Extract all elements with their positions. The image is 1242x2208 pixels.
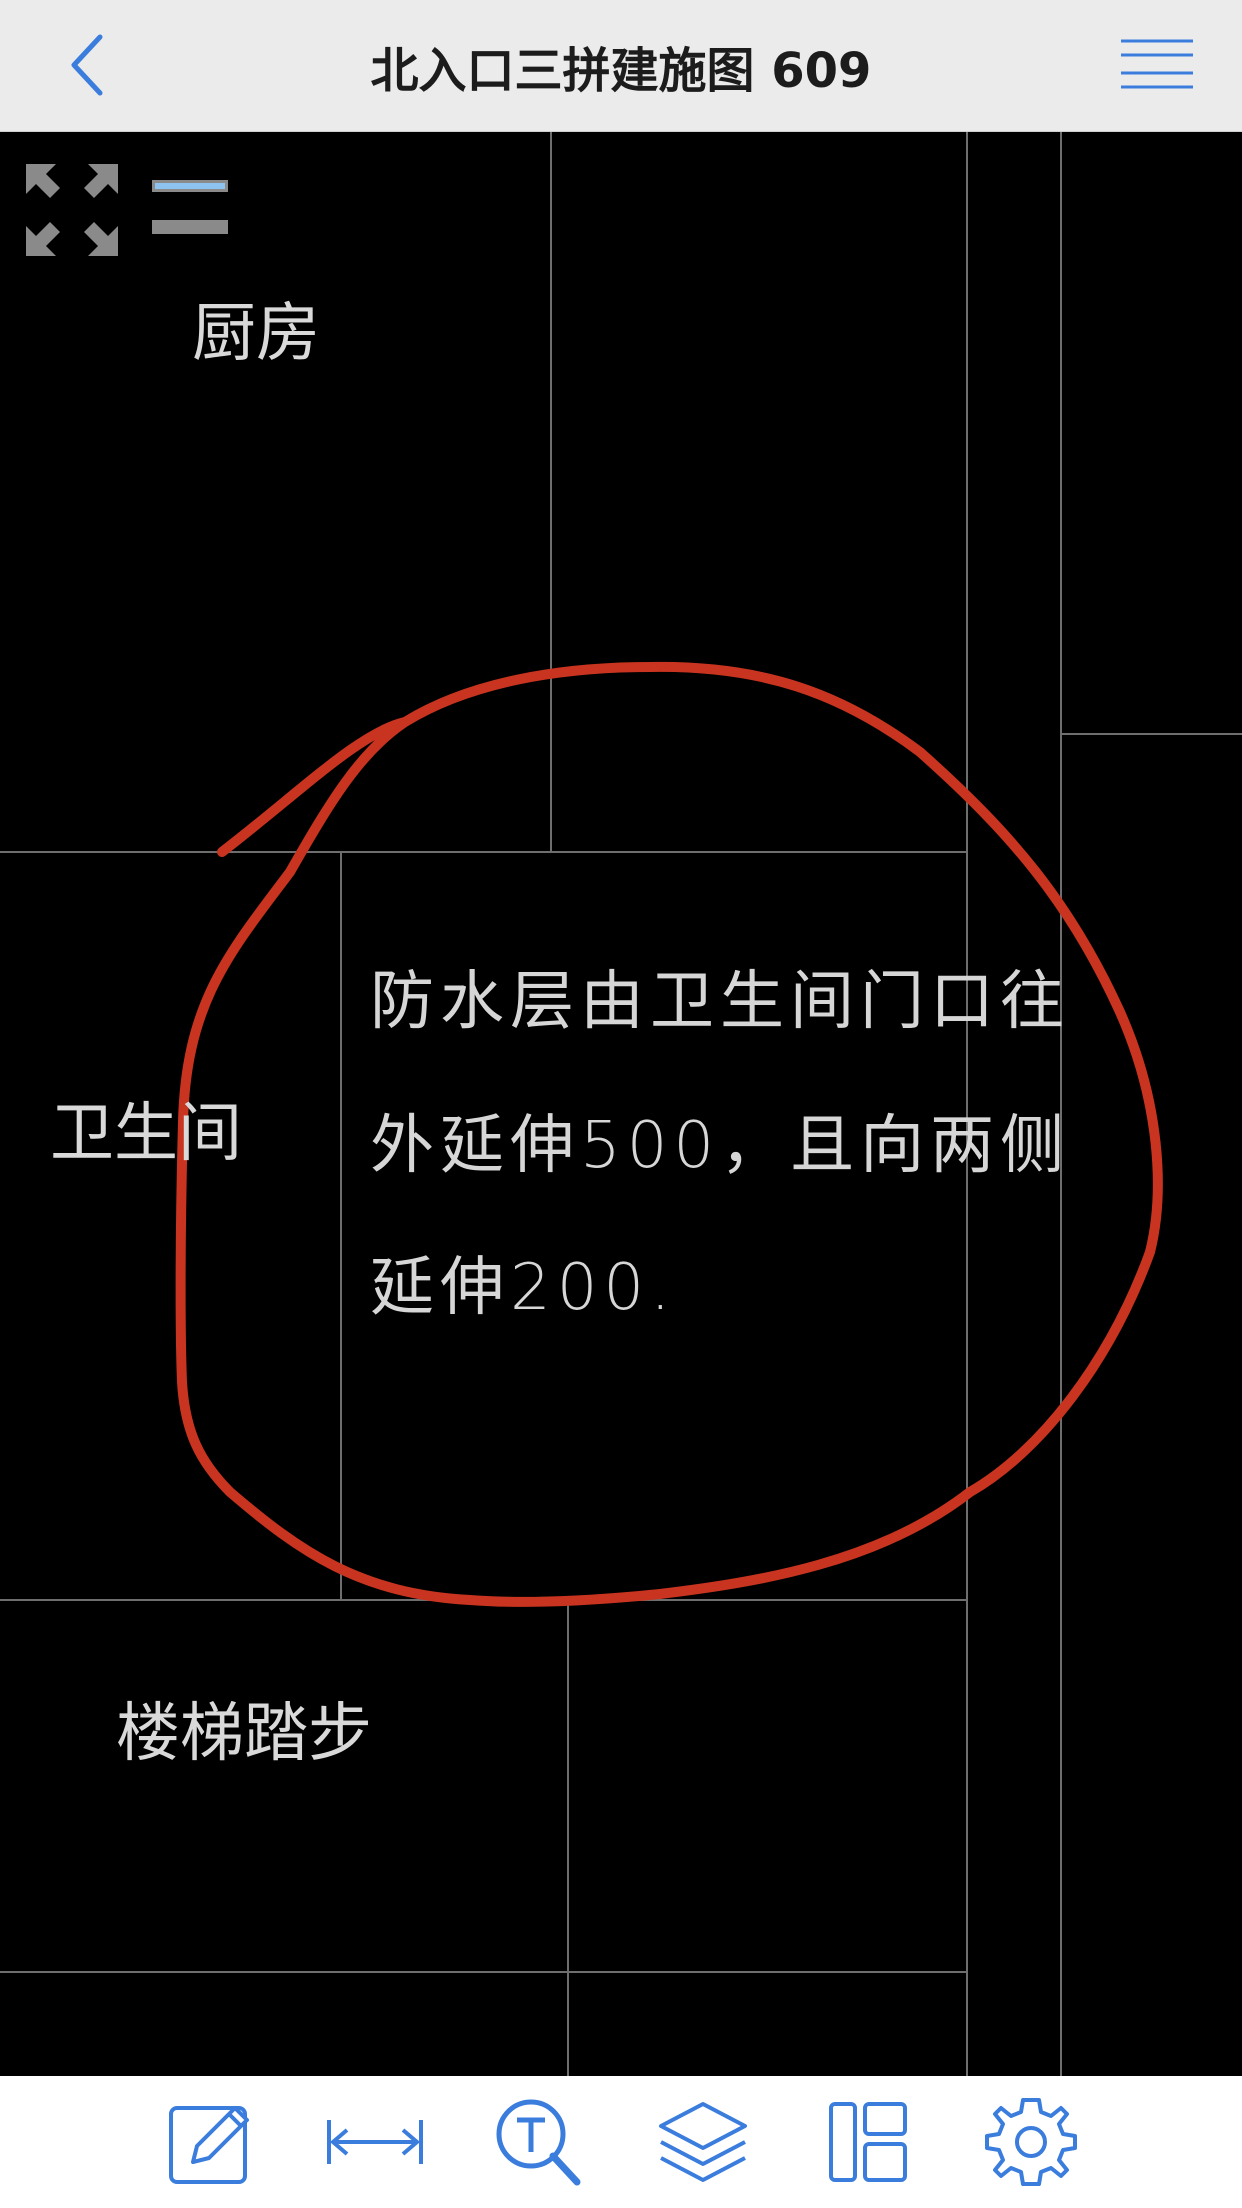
hamburger-menu-icon xyxy=(1121,39,1193,89)
layout-panel-icon xyxy=(829,2102,907,2182)
measure-distance-icon xyxy=(327,2120,423,2164)
edit-markup-button[interactable] xyxy=(156,2087,266,2197)
layer-toggle-button[interactable] xyxy=(148,172,232,242)
fullscreen-button[interactable] xyxy=(22,160,122,260)
drawing-canvas[interactable]: 厨房 卫生间 楼梯踏步 防水层由卫生间门口往 外延伸500，且向两侧 延伸200… xyxy=(0,132,1242,2076)
measure-button[interactable] xyxy=(320,2087,430,2197)
note-line-1: 防水层由卫生间门口往 xyxy=(370,965,1070,1039)
bottom-toolbar xyxy=(0,2076,1242,2208)
edit-pencil-icon xyxy=(169,2106,249,2184)
menu-button[interactable] xyxy=(1112,30,1202,100)
text-search-button[interactable] xyxy=(484,2087,594,2197)
layers-button[interactable] xyxy=(648,2087,758,2197)
layers-icon xyxy=(659,2102,747,2182)
cad-viewer-app: 北入口三拼建施图 609 厨房 卫生间 楼梯踏步 防水层由卫生间门口往 外延伸5… xyxy=(0,0,1242,2208)
note-line-2: 外延伸500，且向两侧 xyxy=(370,1109,1071,1183)
note-line-3: 延伸200. xyxy=(370,1251,677,1325)
layout-button[interactable] xyxy=(812,2087,922,2197)
room-label-bathroom: 卫生间 xyxy=(50,1097,242,1171)
settings-button[interactable] xyxy=(976,2087,1086,2197)
layer-toggle-icon xyxy=(152,180,228,234)
expand-arrows-icon xyxy=(26,164,118,256)
page-title: 北入口三拼建施图 609 xyxy=(370,42,872,99)
top-navbar: 北入口三拼建施图 609 xyxy=(0,0,1242,132)
gear-icon xyxy=(985,2098,1077,2186)
text-search-icon xyxy=(496,2099,581,2186)
room-label-kitchen: 厨房 xyxy=(192,297,320,371)
room-label-stair-steps: 楼梯踏步 xyxy=(116,1697,372,1771)
back-button[interactable] xyxy=(48,22,128,108)
chevron-left-icon xyxy=(71,34,103,96)
